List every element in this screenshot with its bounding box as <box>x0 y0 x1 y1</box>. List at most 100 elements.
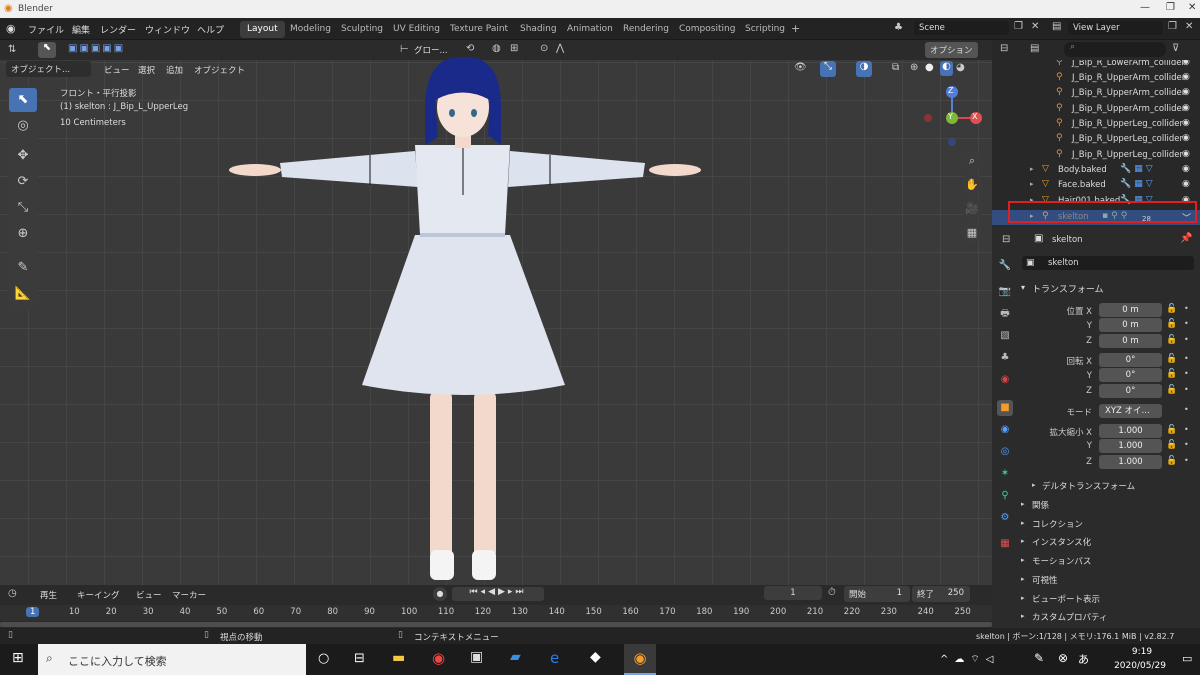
keyframe-dot-icon[interactable]: • <box>1184 425 1189 434</box>
view-layer-icon[interactable]: ▤ <box>1052 21 1061 32</box>
timeline-menu-keying[interactable]: キーイング <box>77 589 120 601</box>
annotate-tool-icon[interactable]: ✎ <box>9 256 37 280</box>
menu-window[interactable]: ウィンドウ <box>145 23 190 36</box>
tray-close-icon[interactable]: ⊗ <box>1058 651 1068 665</box>
tab-shading[interactable]: Shading <box>513 21 564 38</box>
system-tray-icons[interactable]: ^☁⌔◁ <box>940 653 999 666</box>
lock-icon[interactable]: 🔓 <box>1166 335 1177 345</box>
store-icon[interactable]: ▣ <box>470 649 483 665</box>
delete-view-layer-icon[interactable]: ✕ <box>1185 21 1193 32</box>
xray-icon[interactable]: ⧉ <box>892 62 899 73</box>
falloff-icon[interactable]: ⋀ <box>556 43 564 54</box>
rotation-x-field[interactable]: 0° <box>1099 353 1162 367</box>
chrome-icon[interactable]: ◉ <box>432 649 445 667</box>
section-expand-icon[interactable]: ▸ <box>1021 594 1025 602</box>
select-box-tool-icon[interactable]: ⬉ <box>9 88 37 112</box>
cortana-icon[interactable]: ○ <box>318 651 329 666</box>
rotation-mode-dropdown[interactable]: XYZ オイ... <box>1099 404 1162 418</box>
scale-x-field[interactable]: 1.000 <box>1099 424 1162 438</box>
measure-tool-icon[interactable]: 📐 <box>9 282 37 306</box>
object-properties-icon[interactable]: ■ <box>997 400 1013 416</box>
delta-expand-icon[interactable]: ▸ <box>1032 481 1036 489</box>
object-name-field[interactable]: skelton <box>1022 256 1194 270</box>
section-expand-icon[interactable]: ▸ <box>1021 612 1025 620</box>
location-x-field[interactable]: 0 m <box>1099 303 1162 317</box>
end-frame-field[interactable]: 終了 250 <box>912 586 970 602</box>
pin-icon[interactable]: 📌 <box>1180 233 1192 244</box>
transform-panel-header[interactable]: トランスフォーム <box>1032 282 1104 295</box>
wireframe-shading-icon[interactable]: ⊕ <box>910 62 918 73</box>
outliner-object-item[interactable]: ▽ ▸ Face.baked 🔧▦▽ ◉ <box>992 178 1200 193</box>
minimize-icon[interactable]: — <box>1140 2 1150 13</box>
camera-view-icon[interactable]: 🎥 <box>961 198 983 220</box>
keyframe-dot-icon[interactable]: • <box>1184 319 1189 328</box>
expand-icon[interactable]: ▸ <box>1030 180 1034 188</box>
transform-expand-icon[interactable]: ▾ <box>1021 283 1025 292</box>
navigation-gizmo[interactable]: Z Y X <box>920 84 984 148</box>
keyframe-dot-icon[interactable]: • <box>1184 405 1189 414</box>
blender-taskbar-icon[interactable]: ◉ <box>624 644 656 675</box>
visibility-eye-icon[interactable]: ◉ <box>1182 164 1190 174</box>
properties-section-header[interactable]: カスタムプロパティ <box>1032 611 1107 623</box>
keyframe-dot-icon[interactable]: • <box>1184 304 1189 313</box>
menu-help[interactable]: ヘルプ <box>197 23 224 36</box>
edge-icon[interactable]: e <box>550 649 559 667</box>
properties-section-header[interactable]: モーションパス <box>1032 555 1091 567</box>
close-icon[interactable]: ✕ <box>1188 2 1196 13</box>
record-icon[interactable]: ● <box>433 587 447 601</box>
tab-compositing[interactable]: Compositing <box>672 21 742 38</box>
taskbar-search-box[interactable]: ⌕ ここに入力して検索 <box>38 644 306 675</box>
playback-controls-icon[interactable]: ⏮◂◀▶▸⏭ <box>452 587 544 601</box>
lock-icon[interactable]: 🔓 <box>1166 319 1177 329</box>
outliner-bone-item[interactable]: ⚲ J_Bip_R_UpperLeg_collider ◉ <box>992 132 1200 147</box>
preview-range-icon[interactable]: ⏱ <box>828 587 836 598</box>
timeline-menu-marker[interactable]: マーカー <box>172 589 206 601</box>
scale-tool-icon[interactable]: ⤡ <box>9 196 37 220</box>
expand-icon[interactable]: ▸ <box>1030 165 1034 173</box>
tab-sculpting[interactable]: Sculpting <box>334 21 390 38</box>
frame-ruler[interactable]: 1 10 20 30 40 50 60 70 80 90 100 110 120 130 140 150 160… <box>0 605 992 621</box>
delta-transform-header[interactable]: デルタトランスフォーム <box>1042 480 1135 492</box>
timeline-editor-type-icon[interactable]: ◷ <box>8 588 17 599</box>
tab-rendering[interactable]: Rendering <box>616 21 676 38</box>
clock-date[interactable]: 2020/05/29 <box>1102 661 1178 671</box>
ortho-grid-icon[interactable]: ▦ <box>961 222 983 244</box>
visibility-eye-icon[interactable]: ◉ <box>1182 149 1190 159</box>
overlay-toggle-icon[interactable]: ◑ <box>856 61 872 77</box>
tab-uv-editing[interactable]: UV Editing <box>386 21 447 38</box>
transform-orientation-icon[interactable]: ⊢ <box>400 44 409 55</box>
material-shading-icon[interactable]: ◐ <box>940 61 953 76</box>
properties-section-header[interactable]: インスタンス化 <box>1032 536 1091 548</box>
pivot-icon[interactable]: ⟲ <box>466 43 474 54</box>
visibility-eye-icon[interactable]: ◉ <box>1182 103 1190 113</box>
view-layer-selector[interactable]: View Layer <box>1068 21 1163 35</box>
rotation-y-field[interactable]: 0° <box>1099 368 1162 382</box>
scale-y-field[interactable]: 1.000 <box>1099 439 1162 453</box>
properties-section-header[interactable]: ビューポート表示 <box>1032 593 1100 605</box>
physics-properties-icon[interactable]: ◎ <box>997 444 1013 460</box>
unity-icon[interactable]: ◆ <box>590 649 601 665</box>
task-view-icon[interactable]: ⊟ <box>354 651 365 666</box>
rotate-tool-icon[interactable]: ⟳ <box>9 170 37 194</box>
properties-editor-type-icon[interactable]: ⊟ <box>1002 234 1010 245</box>
app-icon[interactable]: ▰ <box>510 649 521 665</box>
add-workspace-button[interactable]: + <box>786 21 805 38</box>
modifier-properties-icon[interactable]: ◉ <box>997 422 1013 438</box>
menu-render[interactable]: レンダー <box>100 23 136 36</box>
lock-icon[interactable]: 🔓 <box>1166 385 1177 395</box>
outliner-bone-item[interactable]: ⚲ J_Bip_R_UpperArm_collider ◉ <box>992 71 1200 86</box>
outliner-bone-item[interactable]: ⚲ J_Bip_R_UpperArm_collider ◉ <box>992 86 1200 101</box>
timeline-menu-view[interactable]: ビュー <box>136 589 162 601</box>
zoom-icon[interactable]: ⌕ <box>961 150 983 172</box>
current-frame-field[interactable]: 1 <box>764 586 822 600</box>
menu-select[interactable]: 選択 <box>138 64 155 76</box>
proportional-edit-icon[interactable]: ⊙ <box>540 43 548 54</box>
armature-data-icon[interactable]: ⚲ <box>997 488 1013 504</box>
menu-view[interactable]: ビュー <box>104 64 130 76</box>
display-mode-icon[interactable]: ▤ <box>1030 43 1039 54</box>
outliner-search-field[interactable]: ⌕ <box>1064 42 1166 57</box>
select-mode-icon[interactable]: ⬉ <box>38 42 56 58</box>
outliner-bone-item[interactable]: ⚲ J_Bip_R_LowerArm_collider ◉ <box>992 60 1200 71</box>
visibility-eye-icon[interactable]: ◉ <box>1182 87 1190 97</box>
properties-section-header[interactable]: コレクション <box>1032 518 1083 530</box>
